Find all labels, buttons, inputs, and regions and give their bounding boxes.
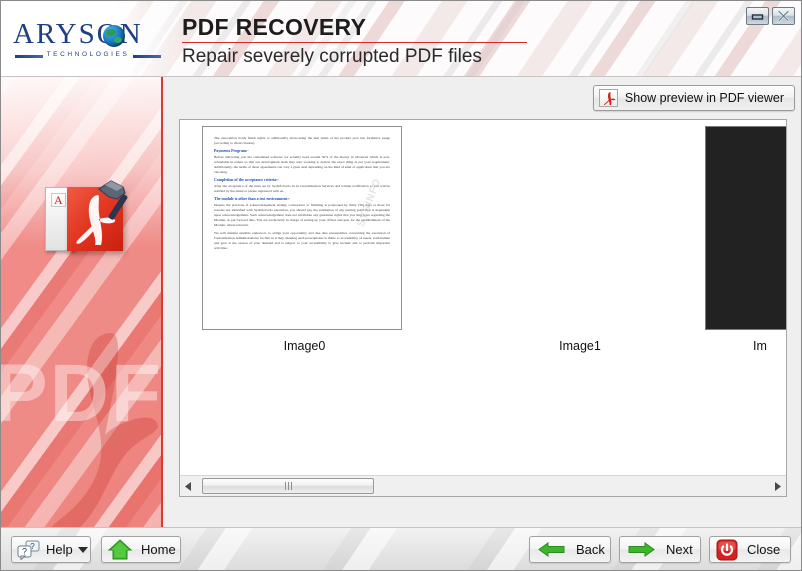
- help-bubbles-icon: ? ?: [17, 540, 40, 560]
- thumbnail-caption: Image0: [283, 339, 326, 353]
- close-button[interactable]: [772, 7, 795, 25]
- image-preview-pane: SYSINFOTOOLS WINDOWS SYSTEM UTILITIES SY…: [179, 119, 787, 497]
- svg-text:?: ?: [22, 546, 27, 556]
- thumbnail-caption: Image1: [559, 339, 601, 353]
- back-button[interactable]: Back: [529, 536, 611, 563]
- show-preview-label: Show preview in PDF viewer: [624, 91, 784, 105]
- doc-line: The association holds finish rights to a…: [214, 136, 390, 145]
- title-block: PDF RECOVERY Repair severely corrupted P…: [182, 13, 602, 70]
- power-icon: [716, 539, 738, 560]
- document-thumbnail[interactable]: SYSINFO The association holds finish rig…: [202, 126, 402, 330]
- footer-bar: ? ? Help Home Back Next Close: [1, 527, 801, 570]
- doc-line: We will attempt sensible endeavors to ob…: [214, 231, 390, 250]
- home-icon: [108, 539, 132, 560]
- pdf-repair-hammer-icon: A: [45, 180, 137, 261]
- thumbnail-item[interactable]: Im: [705, 126, 786, 353]
- page-subtitle: Repair severely corrupted PDF files: [182, 46, 482, 67]
- application-window: ARYSON TECHNOLOGIES PDF RECOVERY Repair …: [0, 0, 802, 571]
- sidebar: PDF A: [1, 77, 163, 527]
- help-label: Help: [46, 542, 73, 557]
- close-label: Close: [747, 542, 781, 557]
- show-preview-in-pdf-viewer-button[interactable]: Show preview in PDF viewer: [592, 85, 795, 111]
- minimize-button[interactable]: [746, 7, 769, 25]
- thumbnail-item[interactable]: SYSINFO The association holds finish rig…: [202, 126, 407, 353]
- doc-line: Before delivering you the customised sof…: [214, 155, 390, 174]
- chevron-left-icon[interactable]: [180, 476, 197, 496]
- thumbnail-item[interactable]: Image1: [435, 126, 725, 353]
- page-title: PDF RECOVERY: [182, 14, 367, 40]
- thumbnail-caption: Im: [753, 339, 767, 353]
- help-button[interactable]: ? ? Help: [11, 536, 91, 563]
- chevron-right-icon[interactable]: [769, 476, 786, 496]
- next-button[interactable]: Next: [619, 536, 701, 563]
- thumbnail-list: SYSINFO The association holds finish rig…: [180, 120, 786, 474]
- hammer-icon: [97, 180, 128, 220]
- app-header: ARYSON TECHNOLOGIES PDF RECOVERY Repair …: [1, 1, 801, 77]
- doc-heading: Payments Program:-: [214, 149, 249, 153]
- brand-tagline-row: TECHNOLOGIES: [15, 51, 161, 62]
- arrow-right-icon: [628, 542, 655, 557]
- main-content: Show preview in PDF viewer SYSINFOTOOLS …: [165, 77, 801, 553]
- dark-thumbnail[interactable]: [705, 126, 786, 330]
- scrollbar-track[interactable]: [197, 476, 769, 496]
- doc-line: After the acceptance of the rules set by…: [214, 184, 390, 193]
- horizontal-scrollbar[interactable]: [180, 475, 786, 496]
- close-app-button[interactable]: Close: [709, 536, 791, 563]
- arrow-left-icon: [538, 542, 565, 557]
- home-button[interactable]: Home: [101, 536, 181, 563]
- scrollbar-thumb[interactable]: [202, 477, 374, 494]
- brand-logo: ARYSON TECHNOLOGIES: [11, 18, 163, 64]
- blank-thumbnail[interactable]: [435, 126, 721, 330]
- title-underline: [182, 42, 527, 43]
- brand-tagline: TECHNOLOGIES: [46, 51, 130, 58]
- sidebar-watermark: PDF: [1, 348, 163, 439]
- globe-icon: [103, 25, 125, 47]
- doc-heading: Completion of the acceptance criteria:-: [214, 178, 279, 182]
- next-label: Next: [666, 542, 693, 557]
- window-controls: [746, 7, 795, 25]
- back-label: Back: [576, 542, 605, 557]
- home-label: Home: [141, 542, 176, 557]
- chevron-down-icon[interactable]: [77, 546, 88, 553]
- scrollbar-grip: [284, 481, 292, 490]
- pdf-file-icon: [598, 89, 618, 107]
- acrobat-letter: A: [51, 193, 66, 207]
